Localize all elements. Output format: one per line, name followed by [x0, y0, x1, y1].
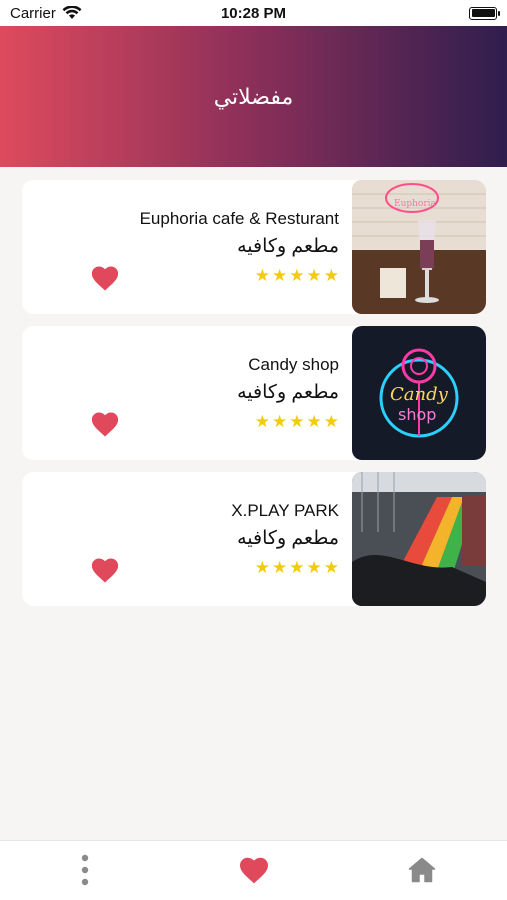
tab-favorites[interactable]: [237, 853, 271, 887]
rating-stars: ★ ★ ★ ★ ★: [255, 267, 339, 285]
wifi-icon: [62, 6, 82, 19]
star-icon: ★: [323, 412, 339, 431]
heart-icon[interactable]: [90, 410, 120, 438]
star-icon: ★: [306, 266, 322, 285]
status-left: Carrier: [10, 5, 82, 22]
star-icon: ★: [254, 558, 270, 577]
place-name: X.PLAY PARK: [231, 501, 339, 520]
favorite-card[interactable]: X.PLAY PARK مطعم وكافيه ★ ★ ★ ★ ★: [22, 472, 486, 606]
rating-stars: ★ ★ ★ ★ ★: [255, 413, 339, 431]
star-icon: ★: [272, 412, 288, 431]
place-category: مطعم وكافيه: [237, 382, 339, 403]
battery-icon: [469, 6, 500, 20]
page-title: مفضلاتي: [213, 83, 294, 109]
star-icon: ★: [323, 266, 339, 285]
svg-text:shop: shop: [398, 405, 436, 424]
star-icon: ★: [254, 266, 270, 285]
favorite-card[interactable]: Euphoria Euphoria cafe & Resturant مطعم …: [22, 180, 486, 314]
carrier-label: Carrier: [10, 4, 56, 22]
heart-icon[interactable]: [90, 556, 120, 584]
star-icon: ★: [272, 266, 288, 285]
status-bar: Carrier 10:28 PM: [0, 0, 507, 26]
bottom-tab-bar: [0, 840, 507, 900]
star-icon: ★: [306, 412, 322, 431]
svg-text:Candy: Candy: [390, 384, 449, 405]
star-icon: ★: [289, 266, 305, 285]
star-icon: ★: [254, 412, 270, 431]
favorites-list: Euphoria Euphoria cafe & Resturant مطعم …: [22, 180, 486, 618]
place-thumbnail: Candy shop: [352, 326, 486, 460]
star-icon: ★: [306, 558, 322, 577]
place-thumbnail: Euphoria: [352, 180, 486, 314]
star-icon: ★: [289, 558, 305, 577]
star-icon: ★: [323, 558, 339, 577]
place-category: مطعم وكافيه: [237, 528, 339, 549]
place-name: Euphoria cafe & Resturant: [139, 209, 339, 228]
star-icon: ★: [289, 412, 305, 431]
svg-text:Euphoria: Euphoria: [394, 199, 437, 209]
heart-icon: [240, 857, 268, 884]
heart-icon[interactable]: [90, 264, 120, 292]
star-icon: ★: [272, 558, 288, 577]
rating-stars: ★ ★ ★ ★ ★: [255, 559, 339, 577]
place-thumbnail: [352, 472, 486, 606]
place-name: Candy shop: [248, 355, 339, 374]
place-category: مطعم وكافيه: [237, 236, 339, 257]
page-header: مفضلاتي: [0, 26, 507, 167]
home-icon: [408, 857, 436, 883]
tab-home[interactable]: [405, 853, 439, 887]
tab-more[interactable]: [68, 853, 102, 887]
more-vertical-icon: [81, 854, 89, 886]
favorite-card[interactable]: Candy shop Candy shop مطعم وكافيه ★ ★ ★ ★ ★: [22, 326, 486, 460]
